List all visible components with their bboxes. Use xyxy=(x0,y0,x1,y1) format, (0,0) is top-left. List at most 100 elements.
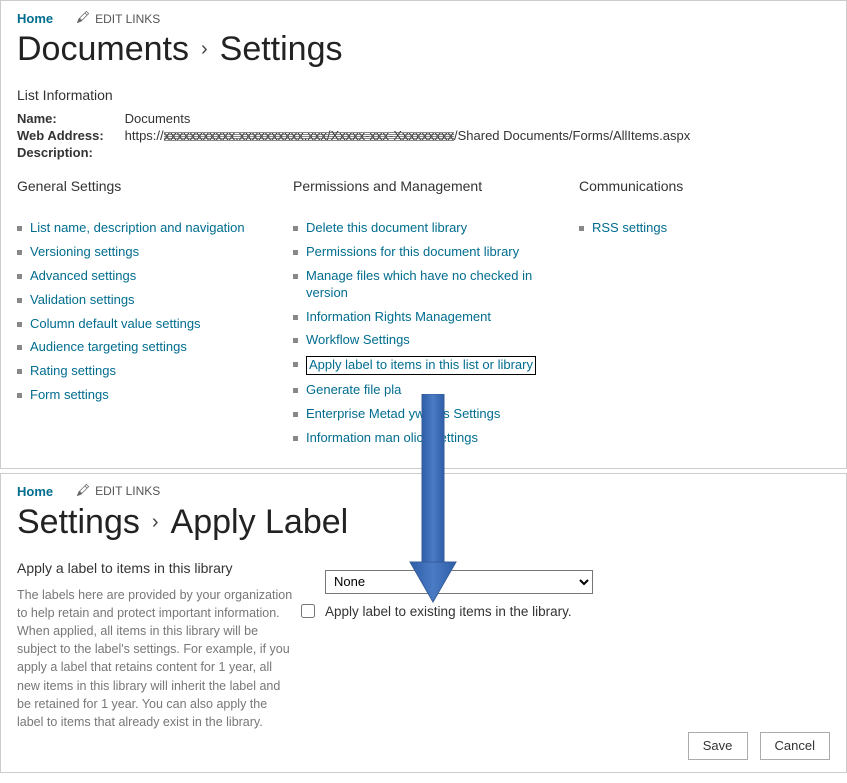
square-bullet-icon xyxy=(293,338,298,343)
list-item: Rating settings xyxy=(17,363,277,380)
apply-existing-checkbox[interactable] xyxy=(301,604,315,618)
link-permissions[interactable]: Permissions for this document library xyxy=(306,244,519,261)
info-web-label: Web Address: xyxy=(17,128,121,143)
square-bullet-icon xyxy=(293,362,298,367)
settings-columns: General Settings List name, description … xyxy=(17,178,830,454)
list-item: Generate file pla xyxy=(293,382,563,399)
comm-settings-list: RSS settings xyxy=(579,220,830,237)
square-bullet-icon xyxy=(293,388,298,393)
breadcrumb-separator-icon: › xyxy=(152,511,159,534)
square-bullet-icon xyxy=(293,226,298,231)
edit-links-label: EDIT LINKS xyxy=(95,484,160,498)
page-title-b: Settings xyxy=(220,30,343,69)
square-bullet-icon xyxy=(17,345,22,350)
list-item: Workflow Settings xyxy=(293,332,563,349)
link-advanced[interactable]: Advanced settings xyxy=(30,268,136,285)
top-nav: Home EDIT LINKS xyxy=(17,11,830,26)
col-general: General Settings List name, description … xyxy=(17,178,277,454)
square-bullet-icon xyxy=(17,274,22,279)
col-comm-header: Communications xyxy=(579,178,830,194)
info-name-value: Documents xyxy=(125,111,191,126)
page-title-a: Documents xyxy=(17,30,189,69)
apply-heading: Apply a label to items in this library xyxy=(17,560,297,576)
list-item: Form settings xyxy=(17,387,277,404)
list-item: Delete this document library xyxy=(293,220,563,237)
square-bullet-icon xyxy=(579,226,584,231)
home-link[interactable]: Home xyxy=(17,484,53,499)
square-bullet-icon xyxy=(17,298,22,303)
square-bullet-icon xyxy=(17,393,22,398)
square-bullet-icon xyxy=(17,369,22,374)
link-file-plan[interactable]: Generate file pla xyxy=(306,382,401,399)
top-nav: Home EDIT LINKS xyxy=(17,484,830,499)
info-row-name: Name: Documents xyxy=(17,111,830,126)
square-bullet-icon xyxy=(293,315,298,320)
square-bullet-icon xyxy=(17,322,22,327)
list-info-heading: List Information xyxy=(17,87,830,103)
square-bullet-icon xyxy=(293,436,298,441)
link-apply-label[interactable]: Apply label to items in this list or lib… xyxy=(306,356,536,375)
list-item: RSS settings xyxy=(579,220,830,237)
edit-links-label: EDIT LINKS xyxy=(95,12,160,26)
list-item: Audience targeting settings xyxy=(17,339,277,356)
edit-links[interactable]: EDIT LINKS xyxy=(77,484,160,499)
apply-left: Apply a label to items in this library T… xyxy=(17,560,297,731)
link-list-name[interactable]: List name, description and navigation xyxy=(30,220,245,237)
link-enterprise-metadata[interactable]: Enterprise Metad ywords Settings xyxy=(306,406,500,423)
col-perm-header: Permissions and Management xyxy=(293,178,563,194)
save-button[interactable]: Save xyxy=(688,732,748,760)
link-rss[interactable]: RSS settings xyxy=(592,220,667,237)
list-item: Validation settings xyxy=(17,292,277,309)
col-communications: Communications RSS settings xyxy=(579,178,830,454)
info-row-web: Web Address: https://xxxxxxxxxxx.xxxxxxx… xyxy=(17,128,830,143)
square-bullet-icon xyxy=(17,250,22,255)
list-item: Information man olicy settings xyxy=(293,430,563,447)
link-irm[interactable]: Information Rights Management xyxy=(306,309,491,326)
list-information: List Information Name: Documents Web Add… xyxy=(17,87,830,160)
perm-settings-list: Delete this document library Permissions… xyxy=(293,220,563,447)
pencil-icon xyxy=(77,11,89,26)
edit-links[interactable]: EDIT LINKS xyxy=(77,11,160,26)
col-general-header: General Settings xyxy=(17,178,277,194)
link-workflow[interactable]: Workflow Settings xyxy=(306,332,410,349)
list-item: Column default value settings xyxy=(17,316,277,333)
button-row: Save Cancel xyxy=(688,732,830,760)
list-item: Information Rights Management xyxy=(293,309,563,326)
square-bullet-icon xyxy=(293,274,298,279)
page-title: Documents › Settings xyxy=(17,30,830,69)
apply-right: None Apply label to existing items in th… xyxy=(325,560,830,731)
apply-existing-label: Apply label to existing items in the lib… xyxy=(325,604,572,619)
apply-description: The labels here are provided by your org… xyxy=(17,586,297,731)
home-link[interactable]: Home xyxy=(17,11,53,26)
cancel-button[interactable]: Cancel xyxy=(760,732,830,760)
breadcrumb-separator-icon: › xyxy=(201,38,208,61)
square-bullet-icon xyxy=(293,412,298,417)
info-name-label: Name: xyxy=(17,111,121,126)
label-select[interactable]: None xyxy=(325,570,593,594)
apply-label-row: Apply a label to items in this library T… xyxy=(17,560,830,731)
apply-existing-row: Apply label to existing items in the lib… xyxy=(301,604,830,619)
page-title-b: Apply Label xyxy=(171,503,349,542)
list-item: Manage files which have no checked in ve… xyxy=(293,268,563,302)
pencil-icon xyxy=(77,484,89,499)
link-delete-lib[interactable]: Delete this document library xyxy=(306,220,467,237)
general-settings-list: List name, description and navigation Ve… xyxy=(17,220,277,404)
link-manage-files[interactable]: Manage files which have no checked in ve… xyxy=(306,268,563,302)
info-web-value: https://xxxxxxxxxxx.xxxxxxxxxx.xxx/Xxxxx… xyxy=(125,128,691,143)
list-item: Apply label to items in this list or lib… xyxy=(293,356,563,375)
list-item: Versioning settings xyxy=(17,244,277,261)
link-info-policy[interactable]: Information man olicy settings xyxy=(306,430,478,447)
link-rating[interactable]: Rating settings xyxy=(30,363,116,380)
link-audience[interactable]: Audience targeting settings xyxy=(30,339,187,356)
square-bullet-icon xyxy=(17,226,22,231)
link-validation[interactable]: Validation settings xyxy=(30,292,135,309)
info-desc-label: Description: xyxy=(17,145,121,160)
link-form[interactable]: Form settings xyxy=(30,387,109,404)
col-permissions: Permissions and Management Delete this d… xyxy=(293,178,563,454)
settings-panel: Home EDIT LINKS Documents › Settings Lis… xyxy=(0,0,847,469)
link-versioning[interactable]: Versioning settings xyxy=(30,244,139,261)
link-column-defaults[interactable]: Column default value settings xyxy=(30,316,201,333)
page-title: Settings › Apply Label xyxy=(17,503,830,542)
list-item: Advanced settings xyxy=(17,268,277,285)
page-title-a: Settings xyxy=(17,503,140,542)
